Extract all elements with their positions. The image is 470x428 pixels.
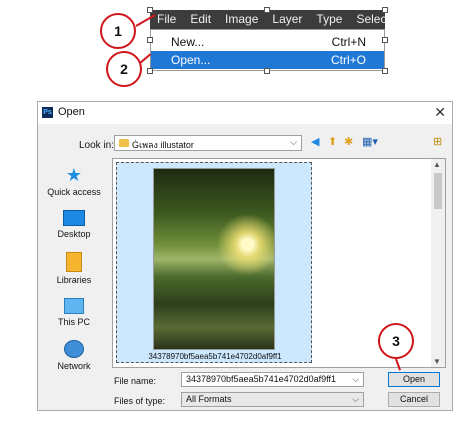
file-menu-dropdown: New... Ctrl+N Open... Ctrl+O [150, 29, 385, 71]
step-callout-2: 2 [106, 51, 142, 87]
place-label: Desktop [57, 229, 91, 239]
scroll-up-icon[interactable]: ▲ [433, 160, 441, 169]
chevron-down-icon: ⌵ [352, 374, 359, 384]
photoshop-icon: Ps [42, 107, 53, 118]
back-icon[interactable]: ◀ [311, 136, 319, 149]
selection-handle [382, 68, 388, 74]
network-icon [64, 340, 84, 358]
selection-handle [382, 37, 388, 43]
place-quick-access[interactable]: ★ Quick access [41, 166, 107, 197]
menu-select[interactable]: Select [349, 10, 385, 29]
places-bar: ★ Quick access Desktop Libraries This PC… [41, 160, 107, 380]
menu-item-open-label: Open... [171, 53, 211, 67]
look-in-select[interactable]: Ġเพลง illustator ⌵ [114, 135, 302, 151]
folder-icon [119, 139, 129, 147]
place-label: Quick access [47, 187, 101, 197]
file-item[interactable]: 34378970bf5aea5b741e4702d0af9ff1 [116, 162, 312, 363]
step-callout-3: 3 [378, 323, 414, 359]
up-folder-icon[interactable]: ⬆ [328, 136, 337, 149]
menu-item-open[interactable]: Open... Ctrl+O [151, 51, 384, 69]
open-button[interactable]: Open [388, 372, 440, 387]
file-name-label: File name: [114, 376, 157, 386]
look-in-label: Look in: [79, 140, 115, 151]
place-libraries[interactable]: Libraries [41, 252, 107, 285]
place-desktop[interactable]: Desktop [41, 210, 107, 239]
place-network[interactable]: Network [41, 340, 107, 371]
chevron-down-icon: ⌵ [290, 137, 297, 147]
dialog-title: Open [58, 106, 85, 118]
file-type-select[interactable]: All Formats ⌵ [181, 392, 364, 407]
menu-edit[interactable]: Edit [183, 10, 218, 29]
menu-item-new-shortcut: Ctrl+N [331, 35, 366, 49]
file-type-value: All Formats [186, 394, 232, 404]
selection-handle [147, 37, 153, 43]
selection-handle [382, 7, 388, 13]
computer-icon [64, 298, 84, 314]
menu-type[interactable]: Type [309, 10, 349, 29]
menu-screenshot: File Edit Image Layer Type Select New...… [150, 10, 385, 71]
place-this-pc[interactable]: This PC [41, 298, 107, 327]
file-name-input[interactable]: 34378970bf5aea5b741e4702d0af9ff1 ⌵ [181, 372, 364, 387]
menu-item-new[interactable]: New... Ctrl+N [151, 33, 384, 51]
selection-handle [147, 68, 153, 74]
libraries-icon [66, 252, 82, 272]
star-icon: ★ [65, 165, 83, 185]
menu-layer[interactable]: Layer [265, 10, 309, 29]
look-in-value: Ġเพลง illustator [132, 140, 194, 150]
menu-item-new-label: New... [171, 35, 205, 49]
chevron-down-icon: ⌵ [352, 394, 359, 404]
dialog-titlebar: Ps Open ✕ [38, 102, 452, 124]
menu-file[interactable]: File [150, 10, 183, 29]
selection-handle [264, 7, 270, 13]
place-label: This PC [57, 317, 90, 327]
menu-item-open-shortcut: Ctrl+O [330, 53, 366, 67]
view-menu-icon[interactable]: ▦▾ [362, 136, 378, 149]
vertical-scrollbar[interactable]: ▲ ▼ [431, 159, 445, 367]
menu-image[interactable]: Image [218, 10, 265, 29]
image-thumbnail [153, 168, 275, 350]
open-dialog: Ps Open ✕ Look in: Ġเพลง illustator ⌵ ◀ … [37, 101, 453, 411]
place-label: Libraries [56, 275, 92, 285]
desktop-icon [63, 210, 85, 226]
file-type-label: Files of type: [114, 396, 166, 406]
place-label: Network [57, 361, 91, 371]
file-item-name: 34378970bf5aea5b741e4702d0af9ff1 [148, 352, 282, 361]
close-icon[interactable]: ✕ [434, 104, 446, 121]
add-location-icon[interactable]: ⊞ [433, 136, 442, 149]
selection-handle [147, 7, 153, 13]
scrollbar-thumb[interactable] [434, 173, 442, 209]
file-name-value: 34378970bf5aea5b741e4702d0af9ff1 [186, 374, 336, 384]
step-callout-1: 1 [100, 13, 136, 49]
cancel-button[interactable]: Cancel [388, 392, 440, 407]
new-folder-icon[interactable]: ✱ [344, 136, 353, 149]
scroll-down-icon[interactable]: ▼ [433, 357, 441, 366]
selection-handle [264, 68, 270, 74]
